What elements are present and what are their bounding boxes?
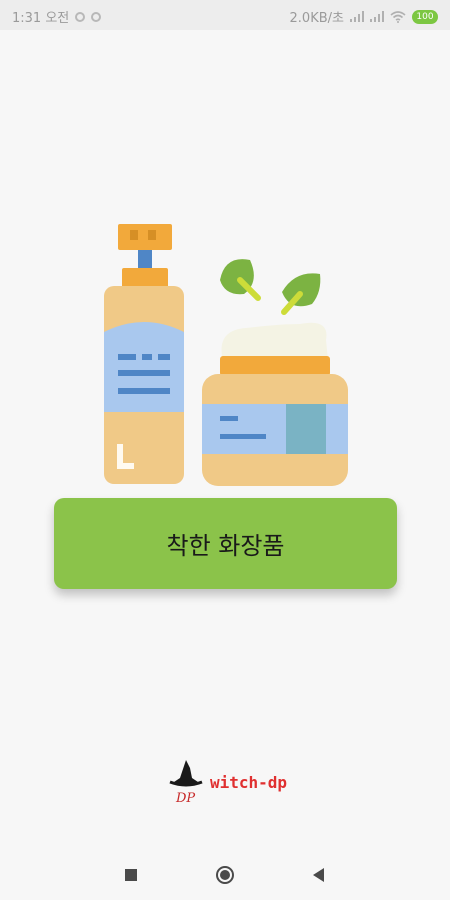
status-left: 1:31 오전 <box>12 7 102 26</box>
status-time: 1:31 오전 <box>12 11 70 26</box>
status-right: 2.0KB/초 100 <box>290 7 438 26</box>
network-speed: 2.0KB/초 <box>289 11 344 26</box>
cosmetics-illustration <box>104 224 348 486</box>
brand-name: witch-dp <box>210 772 288 792</box>
cream-icon <box>221 322 328 360</box>
circle-icon <box>216 866 234 884</box>
pump-head-icon <box>118 224 172 250</box>
jar-lid-icon <box>220 356 330 376</box>
triangle-back-icon <box>313 868 324 882</box>
battery-icon: 100 <box>412 9 438 24</box>
wifi-icon <box>390 10 406 23</box>
main-title-label: 착한 화장품 <box>166 532 285 560</box>
status-bar: 1:31 오전 2.0KB/초 100 <box>0 0 450 30</box>
brand-logo-text: DP <box>175 791 195 806</box>
back-button[interactable] <box>308 865 328 885</box>
notification-dot-icon <box>91 11 102 22</box>
leaf-icon <box>282 273 321 307</box>
brand-logo: DP witch-dp <box>168 758 287 806</box>
witch-hat-icon: DP <box>169 760 203 806</box>
signal-icon <box>370 11 384 22</box>
main-title-button[interactable]: 착한 화장품 <box>54 498 397 589</box>
home-button[interactable] <box>215 865 235 885</box>
square-icon <box>125 869 137 881</box>
signal-icon <box>350 11 364 22</box>
notification-dot-icon <box>75 11 86 22</box>
recent-apps-button[interactable] <box>121 865 141 885</box>
navigation-bar <box>0 850 450 900</box>
